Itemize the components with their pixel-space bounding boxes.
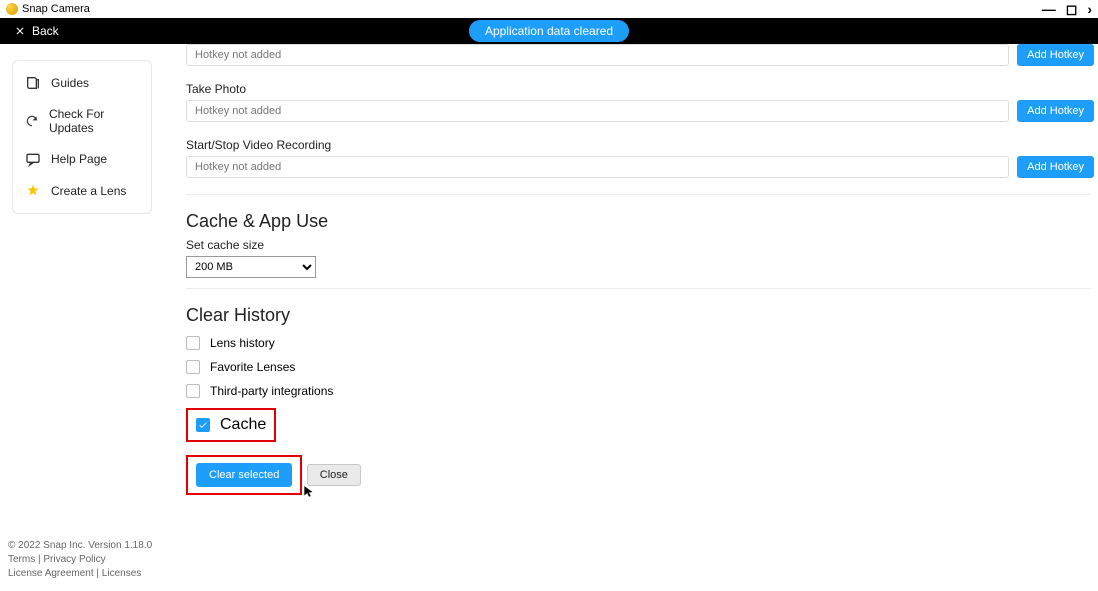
hotkey-input[interactable] — [186, 44, 1009, 66]
highlighted-clear-button: Clear selected — [186, 455, 302, 495]
hotkey-row: Add Hotkey — [186, 44, 1098, 66]
footer-link-licenses[interactable]: Licenses — [102, 568, 141, 579]
top-banner: Back Application data cleared — [0, 18, 1098, 44]
toast-message: Application data cleared — [469, 20, 629, 42]
cache-size-select[interactable]: 200 MB — [186, 256, 316, 278]
close-icon — [14, 25, 26, 37]
copyright: © 2022 Snap Inc. Version 1.18.0 — [8, 539, 152, 553]
add-hotkey-button[interactable]: Add Hotkey — [1017, 44, 1094, 66]
clear-selected-button[interactable]: Clear selected — [196, 463, 292, 487]
sidebar-item-updates[interactable]: Check For Updates — [13, 99, 151, 143]
add-hotkey-button[interactable]: Add Hotkey — [1017, 156, 1094, 178]
window-titlebar: Snap Camera — ◻ › — [0, 0, 1098, 18]
close-window-button[interactable]: › — [1087, 1, 1092, 18]
checkbox-third-party[interactable] — [186, 384, 200, 398]
history-option: Lens history — [186, 336, 1098, 350]
history-option: Favorite Lenses — [186, 360, 1098, 374]
minimize-button[interactable]: — — [1042, 1, 1056, 18]
hotkey-label: Start/Stop Video Recording — [186, 138, 1098, 152]
sidebar-item-guides[interactable]: Guides — [13, 67, 151, 99]
checkbox-cache[interactable] — [196, 418, 210, 432]
footer-link-terms[interactable]: Terms — [8, 554, 35, 565]
checkbox-label: Cache — [220, 416, 266, 434]
refresh-icon — [25, 113, 39, 129]
sidebar: Guides Check For Updates Help Page Creat… — [12, 60, 152, 214]
cache-size-label: Set cache size — [186, 238, 1098, 252]
history-option: Third-party integrations — [186, 384, 1098, 398]
highlighted-cache-option: Cache — [186, 408, 276, 442]
hotkey-row: Add Hotkey — [186, 156, 1098, 178]
clear-history-title: Clear History — [186, 305, 1098, 326]
sidebar-item-label: Check For Updates — [49, 107, 139, 135]
sidebar-item-label: Guides — [51, 76, 89, 90]
hotkey-label: Take Photo — [186, 82, 1098, 96]
footer-link-license-agreement[interactable]: License Agreement — [8, 568, 94, 579]
checkbox-label: Lens history — [210, 336, 275, 350]
hotkey-input[interactable] — [186, 156, 1009, 178]
star-icon — [25, 183, 41, 199]
sidebar-item-help[interactable]: Help Page — [13, 143, 151, 175]
hotkey-input[interactable] — [186, 100, 1009, 122]
checkbox-label: Favorite Lenses — [210, 360, 295, 374]
checkbox-label: Third-party integrations — [210, 384, 333, 398]
sidebar-item-create-lens[interactable]: Create a Lens — [13, 175, 151, 207]
app-icon — [6, 3, 18, 15]
cache-title: Cache & App Use — [186, 211, 1098, 232]
sidebar-item-label: Help Page — [51, 152, 107, 166]
footer-link-privacy[interactable]: Privacy Policy — [43, 554, 105, 565]
divider — [186, 194, 1090, 195]
sidebar-item-label: Create a Lens — [51, 184, 126, 198]
add-hotkey-button[interactable]: Add Hotkey — [1017, 100, 1094, 122]
main-content: Add Hotkey Take Photo Add Hotkey Start/S… — [186, 44, 1098, 591]
close-button[interactable]: Close — [307, 464, 361, 486]
cursor-icon — [302, 485, 316, 499]
app-title: Snap Camera — [22, 3, 90, 15]
help-icon — [25, 151, 41, 167]
hotkey-row: Add Hotkey — [186, 100, 1098, 122]
checkbox-favorite-lenses[interactable] — [186, 360, 200, 374]
checkbox-lens-history[interactable] — [186, 336, 200, 350]
back-label: Back — [32, 24, 59, 38]
divider — [186, 288, 1090, 289]
footer: © 2022 Snap Inc. Version 1.18.0 Terms | … — [8, 539, 152, 581]
check-icon — [198, 420, 208, 430]
maximize-button[interactable]: ◻ — [1066, 1, 1078, 18]
back-button[interactable]: Back — [0, 24, 59, 38]
book-icon — [25, 75, 41, 91]
